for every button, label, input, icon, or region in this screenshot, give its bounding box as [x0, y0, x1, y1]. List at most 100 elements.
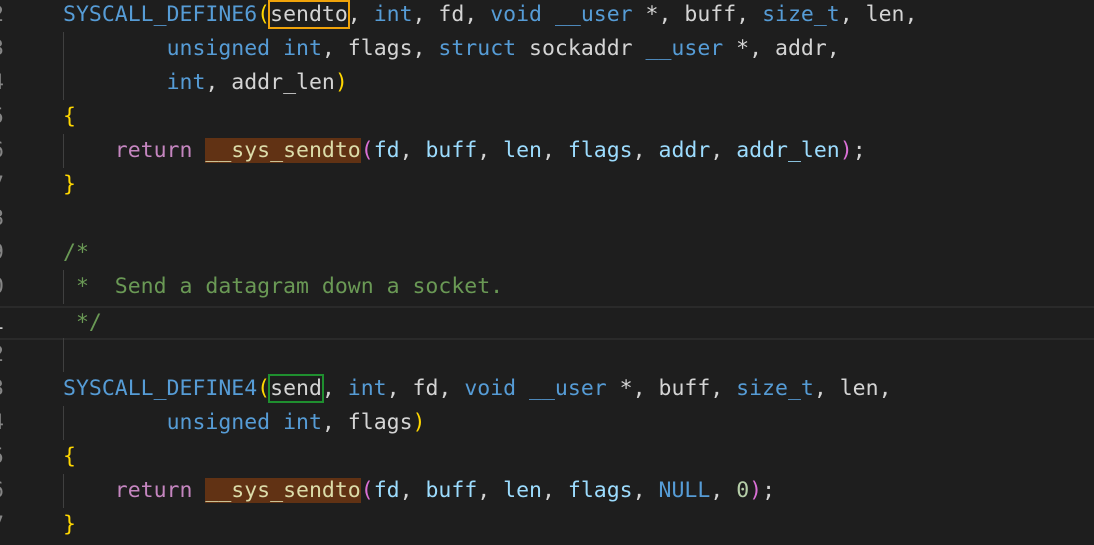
- code-token: ,: [542, 138, 568, 163]
- code-token: len: [503, 478, 542, 503]
- code-line[interactable]: 7}: [0, 168, 1094, 202]
- code-token: int: [373, 2, 413, 27]
- code-token: , fd,: [412, 2, 491, 27]
- code-token: * Send a datagram down a socket.: [63, 274, 504, 299]
- line-number: 6: [0, 474, 15, 508]
- code-token: ;: [852, 138, 866, 163]
- code-token: ,: [399, 138, 426, 163]
- code-token: }: [63, 172, 76, 197]
- code-token: int: [347, 376, 387, 401]
- code-line[interactable]: 3 SYSCALL_DEFINE4(send, int, fd, void __u…: [0, 372, 1094, 406]
- code-token: ,: [477, 138, 504, 163]
- code-line[interactable]: 3 unsigned int, flags, struct sockaddr _…: [0, 32, 1094, 66]
- code-line[interactable]: 6 return __sys_sendto(fd, buff, len, fla…: [0, 134, 1094, 168]
- code-token: fd: [373, 478, 400, 503]
- code-text: * Send a datagram down a socket.: [63, 270, 503, 304]
- code-text: SYSCALL_DEFINE6(sendto, int, fd, void __…: [63, 0, 917, 32]
- highlighted-identifier: send: [268, 374, 324, 403]
- code-text: unsigned int, flags, struct sockaddr __u…: [63, 32, 840, 66]
- code-token: __sys_sendto: [205, 138, 361, 163]
- line-number: 7: [0, 168, 15, 202]
- code-token: fd: [373, 138, 400, 163]
- code-editor[interactable]: 2 SYSCALL_DEFINE6(sendto, int, fd, void _…: [0, 0, 1094, 545]
- code-line[interactable]: 6 return __sys_sendto(fd, buff, len, fla…: [0, 474, 1094, 508]
- line-number: 8: [0, 202, 15, 236]
- code-line[interactable]: 2 SYSCALL_DEFINE6(sendto, int, fd, void _…: [0, 0, 1094, 32]
- code-token: }: [63, 512, 76, 537]
- code-token: ,: [399, 478, 426, 503]
- code-line[interactable]: 4 unsigned int, flags): [0, 406, 1094, 440]
- line-number: 2: [0, 338, 15, 372]
- code-text: {: [63, 100, 76, 134]
- code-token: ,: [347, 2, 374, 27]
- code-token: __user: [645, 36, 724, 61]
- code-token: NULL: [658, 478, 711, 503]
- code-text: /*: [63, 236, 89, 270]
- code-token: size_t: [736, 376, 814, 401]
- code-token: return: [114, 138, 193, 163]
- code-text: */: [63, 308, 102, 342]
- code-token: ;: [762, 478, 776, 503]
- code-token: flags: [567, 138, 633, 163]
- code-line[interactable]: 1 */: [0, 306, 1094, 340]
- line-number: 3: [0, 372, 15, 406]
- code-token: ,: [477, 478, 504, 503]
- code-text: unsigned int, flags): [63, 406, 426, 440]
- code-token: ,: [710, 138, 737, 163]
- code-token: int: [283, 36, 322, 61]
- line-number: 7: [0, 508, 15, 542]
- code-line[interactable]: 8: [0, 202, 1094, 236]
- code-token: ,: [632, 478, 659, 503]
- code-line[interactable]: 4 int, addr_len): [0, 66, 1094, 100]
- code-text: SYSCALL_DEFINE4(send, int, fd, void __us…: [63, 372, 892, 406]
- code-token: ,: [632, 138, 659, 163]
- code-line[interactable]: 7}: [0, 508, 1094, 542]
- line-number: 3: [0, 32, 15, 66]
- code-token: ,: [710, 478, 737, 503]
- code-token: *, buff,: [632, 2, 763, 27]
- code-token: , fd,: [386, 376, 465, 401]
- code-token: __user: [554, 2, 633, 27]
- code-token: ,: [321, 376, 348, 401]
- code-token: addr: [658, 138, 711, 163]
- line-number: 1: [0, 308, 15, 342]
- code-token: __sys_sendto: [205, 478, 361, 503]
- code-token: size_t: [762, 2, 840, 27]
- code-token: int: [283, 410, 322, 435]
- code-token: (: [360, 478, 374, 503]
- code-token: buff: [425, 138, 478, 163]
- code-token: buff: [425, 478, 478, 503]
- code-token: ): [412, 410, 426, 435]
- code-line[interactable]: 5{: [0, 440, 1094, 474]
- code-line[interactable]: 2: [0, 338, 1094, 372]
- code-line[interactable]: 0 * Send a datagram down a socket.: [0, 270, 1094, 304]
- code-token: {: [63, 444, 76, 469]
- code-line[interactable]: 5{: [0, 100, 1094, 134]
- line-number: 6: [0, 134, 15, 168]
- code-text: int, addr_len): [63, 66, 348, 100]
- line-number: 4: [0, 406, 15, 440]
- code-token: */: [63, 310, 102, 335]
- code-token: struct: [438, 36, 517, 61]
- code-token: sockaddr: [516, 36, 646, 61]
- code-text: return __sys_sendto(fd, buff, len, flags…: [63, 134, 866, 168]
- code-text: {: [63, 440, 76, 474]
- code-token: *, buff,: [606, 376, 737, 401]
- code-token: SYSCALL_DEFINE6: [63, 2, 258, 27]
- code-token: len: [503, 138, 542, 163]
- line-number: 5: [0, 100, 15, 134]
- code-token: int: [166, 70, 206, 95]
- code-text: return __sys_sendto(fd, buff, len, flags…: [63, 474, 775, 508]
- code-line[interactable]: 9 /*: [0, 236, 1094, 270]
- code-token: ): [334, 70, 348, 95]
- code-token: __user: [529, 376, 607, 401]
- code-token: *, addr,: [723, 36, 840, 61]
